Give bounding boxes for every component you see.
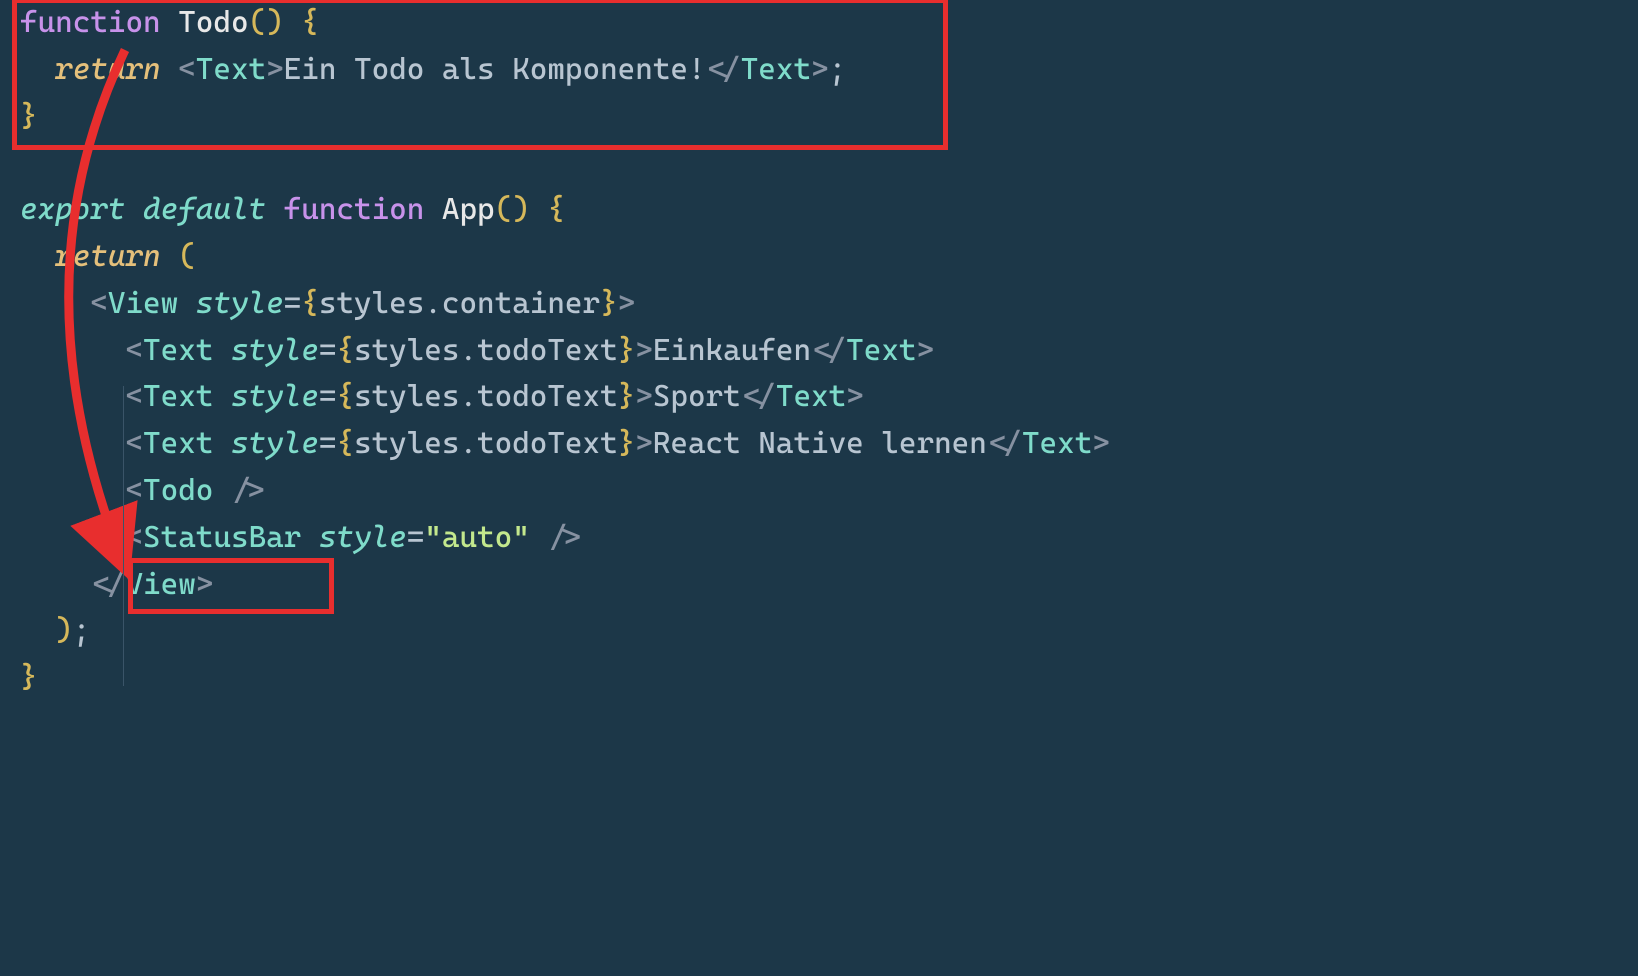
keyword-return: return (55, 239, 160, 274)
function-name: Todo (178, 5, 248, 40)
keyword-function: function (20, 5, 161, 40)
jsx-text: Ein Todo als Komponente! (284, 52, 706, 87)
keyword-return: return (55, 52, 160, 87)
code-line-4 (20, 140, 1618, 187)
function-name: App (442, 192, 495, 227)
code-line-10: <Text style={styles.todoText}>React Nati… (20, 421, 1618, 468)
brace-open: { (301, 5, 319, 40)
indent-guide (123, 386, 124, 686)
code-line-11: <Todo /> (20, 468, 1618, 515)
parens: () (249, 5, 284, 40)
keyword-export: export (20, 192, 125, 227)
keyword-function: function (284, 192, 425, 227)
code-line-6: return ( (20, 234, 1618, 281)
code-line-5: export default function App() { (20, 187, 1618, 234)
code-line-7: <View style={styles.container}> (20, 281, 1618, 328)
code-line-9: <Text style={styles.todoText}>Sport</Tex… (20, 374, 1618, 421)
code-line-13: </View> (20, 562, 1618, 609)
brace-close: } (20, 99, 38, 134)
code-line-15: } (20, 655, 1618, 702)
code-editor: function Todo() { return <Text>Ein Todo … (0, 0, 1638, 702)
code-line-3: } (20, 94, 1618, 141)
keyword-default: default (143, 192, 266, 227)
code-line-12: <StatusBar style="auto" /> (20, 515, 1618, 562)
code-line-14: ); (20, 608, 1618, 655)
code-line-1: function Todo() { (20, 0, 1618, 47)
code-line-8: <Text style={styles.todoText}>Einkaufen<… (20, 328, 1618, 375)
code-line-2: return <Text>Ein Todo als Komponente!</T… (20, 47, 1618, 94)
